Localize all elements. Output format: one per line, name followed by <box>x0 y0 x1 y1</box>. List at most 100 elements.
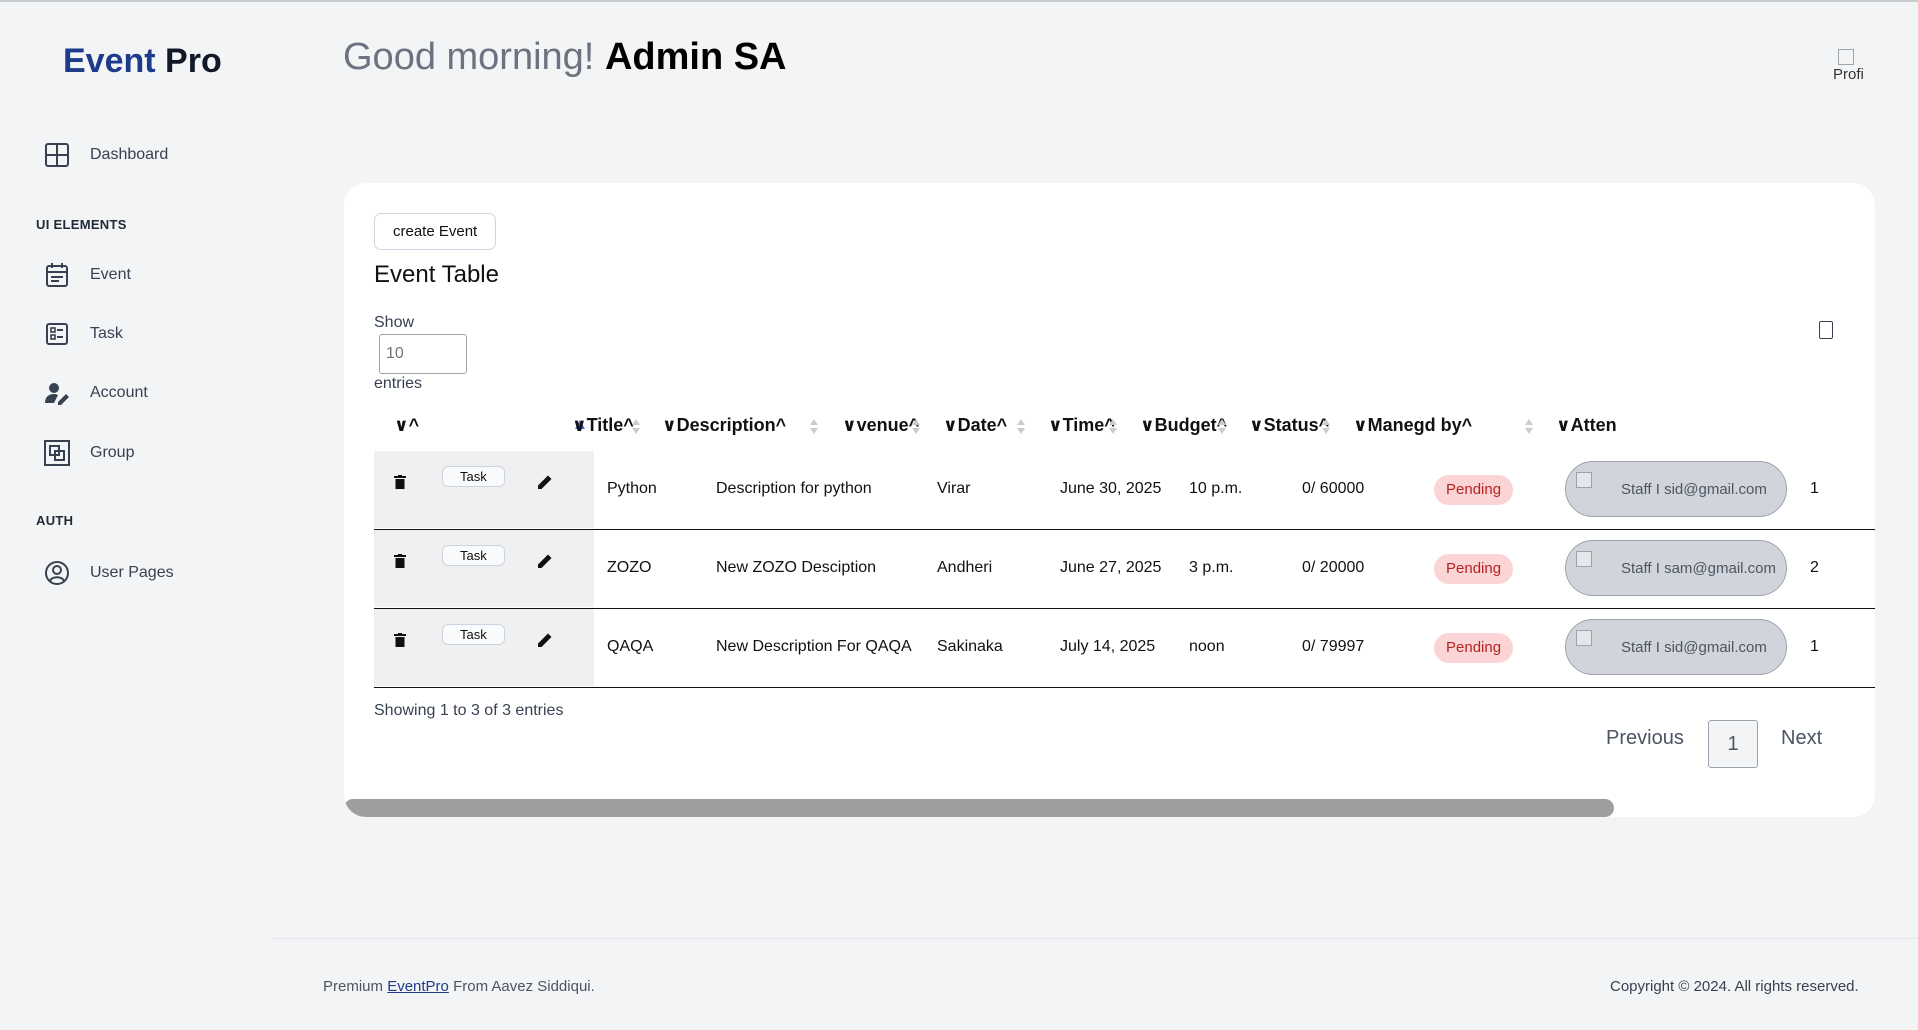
checklist-icon <box>42 319 72 349</box>
grid-icon <box>42 140 72 170</box>
cell-time: noon <box>1189 638 1225 655</box>
column-header-description[interactable]: ∨Description^ <box>662 415 786 436</box>
page-button-1[interactable]: 1 <box>1708 720 1758 768</box>
sort-icon[interactable] <box>809 419 819 437</box>
footer-prefix: Premium <box>323 978 384 995</box>
status-badge: Pending <box>1434 475 1514 505</box>
profile-avatar[interactable]: Profi <box>1833 46 1873 86</box>
cell-attendees: 2 <box>1810 559 1819 576</box>
table-row: Task ZOZO New ZOZO Desciption Andheri Ju… <box>374 530 1875 609</box>
sort-icon[interactable] <box>1217 419 1227 437</box>
cell-title: QAQA <box>607 638 654 655</box>
column-header-managed-by[interactable]: ∨Manegd by^ <box>1353 415 1472 436</box>
sidebar-item-account[interactable]: Account <box>42 376 148 410</box>
broken-image-icon <box>1576 630 1592 646</box>
trash-icon[interactable] <box>394 554 406 568</box>
edit-icon[interactable] <box>536 473 554 491</box>
column-header-budget[interactable]: ∨Budget^ <box>1140 415 1227 436</box>
broken-image-icon <box>1838 49 1854 65</box>
trash-icon[interactable] <box>394 633 406 647</box>
cell-attendees: 1 <box>1810 480 1819 497</box>
calendar-icon <box>42 260 72 290</box>
column-header-venue[interactable]: ∨venue^ <box>842 415 919 436</box>
show-label: Show <box>374 314 415 331</box>
column-header-date[interactable]: ∨Date^ <box>943 415 1007 436</box>
logo-word-pro: Pro <box>165 42 222 80</box>
sort-icon[interactable] <box>631 419 641 437</box>
footer-divider <box>272 938 1918 939</box>
broken-image-icon <box>1576 472 1592 488</box>
cell-description: New Description For QAQA <box>716 638 912 655</box>
user-edit-icon <box>42 378 72 408</box>
footer-credit: Premium EventPro From Aavez Siddiqui. <box>323 978 595 995</box>
footer-eventpro-link[interactable]: EventPro <box>387 978 449 995</box>
cell-budget: 0/ 79997 <box>1302 638 1365 655</box>
column-header-title[interactable]: ∨Title^ <box>572 415 634 436</box>
trash-icon[interactable] <box>394 475 406 489</box>
event-table: ∨^ ∨Title^ ∨Description^ ∨venue^ ∨Date^ … <box>374 403 1875 693</box>
footer-suffix: From Aavez Siddiqui. <box>453 978 595 995</box>
card-title: Event Table <box>374 261 499 288</box>
greeting-text: Good morning! <box>343 36 595 78</box>
sort-icon[interactable] <box>1108 419 1118 437</box>
logo-word-event: Event <box>63 42 156 80</box>
sidebar-item-label: Event <box>90 266 131 283</box>
broken-image-icon <box>1576 551 1592 567</box>
task-button[interactable]: Task <box>442 624 505 645</box>
cell-venue: Andheri <box>937 559 993 576</box>
app-logo[interactable]: Event Pro <box>63 42 222 81</box>
column-header-status[interactable]: ∨Status^ <box>1249 415 1329 436</box>
sidebar-item-task[interactable]: Task <box>42 317 123 351</box>
sidebar-item-label: User Pages <box>90 564 174 581</box>
sidebar-item-event[interactable]: Event <box>42 258 131 292</box>
column-header-time[interactable]: ∨Time^ <box>1048 415 1115 436</box>
row-actions: Task <box>374 609 594 686</box>
cell-time: 10 p.m. <box>1189 480 1243 497</box>
sidebar-item-group[interactable]: Group <box>42 436 134 470</box>
next-page-button[interactable]: Next <box>1781 727 1822 750</box>
cell-venue: Sakinaka <box>937 638 1003 655</box>
managed-by-text: Staff I sid@gmail.com <box>1621 481 1767 498</box>
table-row: Task Python Description for python Virar… <box>374 451 1875 530</box>
group-icon <box>42 438 72 468</box>
cell-budget: 0/ 60000 <box>1302 480 1365 497</box>
export-icon[interactable] <box>1819 321 1833 339</box>
cell-title: Python <box>607 480 657 497</box>
sort-icon[interactable] <box>911 419 921 437</box>
table-info: Showing 1 to 3 of 3 entries <box>374 702 564 719</box>
edit-icon[interactable] <box>536 631 554 649</box>
sort-icon[interactable] <box>1524 419 1534 437</box>
create-event-button[interactable]: create Event <box>374 213 497 250</box>
cell-description: Description for python <box>716 480 872 497</box>
cell-date: June 27, 2025 <box>1060 559 1162 576</box>
sidebar-item-label: Dashboard <box>90 146 169 163</box>
managed-by-chip: Staff I sid@gmail.com <box>1565 461 1787 517</box>
managed-by-text: Staff I sid@gmail.com <box>1621 639 1767 656</box>
sidebar-item-user-pages[interactable]: User Pages <box>42 556 174 590</box>
horizontal-scrollbar[interactable] <box>344 799 1614 817</box>
task-button[interactable]: Task <box>442 545 505 566</box>
sidebar-item-dashboard[interactable]: Dashboard <box>42 138 168 172</box>
task-button[interactable]: Task <box>442 466 505 487</box>
user-name: Admin SA <box>604 36 787 78</box>
cell-date: July 14, 2025 <box>1060 638 1156 655</box>
user-circle-icon <box>42 558 72 588</box>
section-title-ui-elements: UI ELEMENTS <box>36 217 127 232</box>
sidebar-item-label: Account <box>90 384 148 401</box>
cell-date: June 30, 2025 <box>1060 480 1162 497</box>
sort-icon[interactable] <box>1016 419 1026 437</box>
column-header-attendees[interactable]: ∨Atten <box>1556 415 1617 436</box>
event-table-card: create Event Event Table Show entries ∨^… <box>344 183 1875 817</box>
managed-by-text: Staff I sam@gmail.com <box>1621 560 1776 577</box>
table-header: ∨^ ∨Title^ ∨Description^ ∨venue^ ∨Date^ … <box>374 403 1875 451</box>
sort-icon[interactable] <box>1321 419 1331 437</box>
column-header-actions[interactable]: ∨^ <box>394 415 419 436</box>
cell-attendees: 1 <box>1810 638 1819 655</box>
managed-by-chip: Staff I sam@gmail.com <box>1565 540 1787 596</box>
previous-page-button[interactable]: Previous <box>1606 727 1684 750</box>
footer-copyright: Copyright © 2024. All rights reserved. <box>1610 978 1859 995</box>
edit-icon[interactable] <box>536 552 554 570</box>
sidebar-item-label: Task <box>90 325 123 342</box>
cell-venue: Virar <box>937 480 971 497</box>
entries-per-page-input[interactable] <box>379 334 467 374</box>
